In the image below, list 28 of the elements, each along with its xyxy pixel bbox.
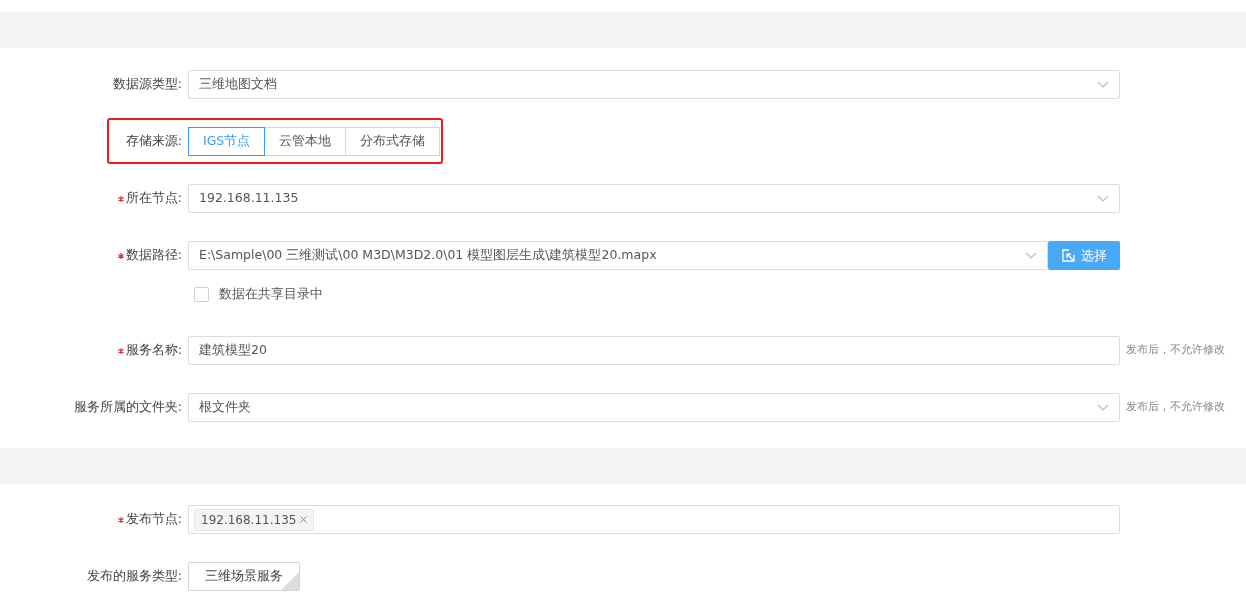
hint-text: 发布后，不允许修改 [1126, 342, 1225, 359]
close-icon[interactable] [300, 516, 308, 523]
tag-field[interactable]: 192.168.11.135 [188, 505, 1120, 534]
checkbox-label: 数据在共享目录中 [219, 284, 323, 303]
field-label: 存储来源: [125, 132, 182, 151]
tag-chip: 192.168.11.135 [194, 508, 315, 531]
field-label: 服务名称: [125, 341, 182, 360]
dropdown-field[interactable]: E:\Sample\00 三维测试\00 M3D\M3D2.0\01 模型图层生成\建筑模型20.mapx [188, 241, 1048, 270]
chevron-icon [1025, 251, 1037, 260]
dropdown-field[interactable]: 根文件夹 [188, 393, 1120, 422]
text-field[interactable]: 建筑模型20 [188, 336, 1120, 365]
chevron-icon [1097, 194, 1109, 203]
field-label: 所在节点: [125, 189, 182, 208]
field-label: 数据路径: [125, 246, 182, 265]
field-label: 发布的服务类型: [86, 567, 182, 586]
field-label: 发布节点: [125, 510, 182, 529]
hint-text: 发布后，不允许修改 [1126, 399, 1225, 416]
segment-tab[interactable]: 分布式存储 [345, 127, 441, 156]
pointer-icon [1061, 249, 1075, 262]
segment-tab[interactable]: 云管本地 [264, 127, 347, 156]
dropdown-field[interactable]: 192.168.11.135 [188, 184, 1120, 213]
option-button[interactable]: 三维场景服务 [188, 562, 300, 591]
checkbox[interactable] [194, 286, 209, 302]
field-label: 服务所属的文件夹: [73, 398, 182, 417]
chevron-icon [1097, 403, 1109, 412]
dropdown-field[interactable]: 三维地图文档 [188, 70, 1120, 99]
field-label: 数据源类型: [112, 75, 182, 94]
chevron-icon [1097, 80, 1109, 89]
